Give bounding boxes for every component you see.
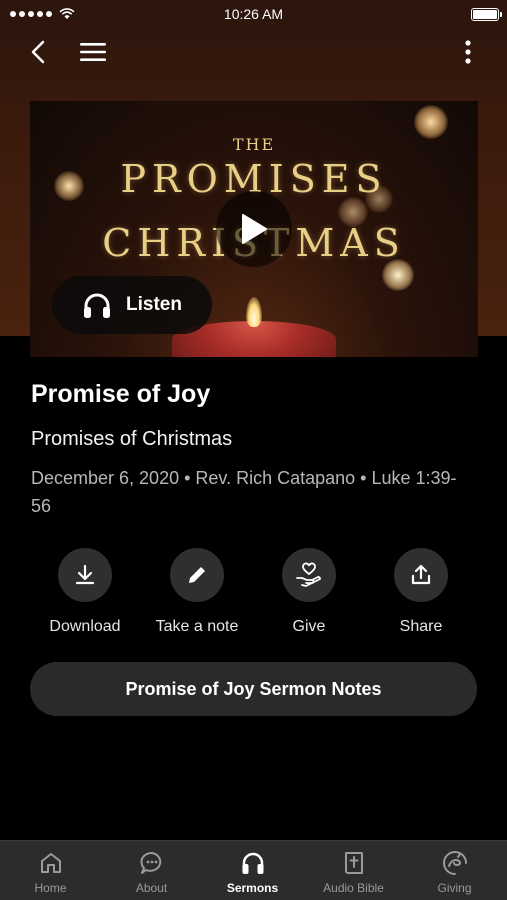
take-a-note-label: Take a note (155, 618, 239, 635)
tab-label-giving: Giving (437, 881, 472, 895)
tab-audio-bible[interactable]: Audio Bible (303, 841, 404, 900)
chevron-left-icon (31, 40, 45, 64)
download-button[interactable]: Download (25, 548, 145, 636)
play-icon (242, 214, 267, 244)
pencil-icon (189, 567, 205, 583)
signal-strength-icon (10, 8, 75, 20)
chat-bubble-icon (139, 852, 161, 874)
menu-button[interactable] (78, 34, 108, 70)
tab-label-about: About (135, 881, 168, 895)
hamburger-menu-icon (80, 43, 106, 61)
tab-sermons[interactable]: Sermons (202, 841, 303, 900)
give-circle (282, 548, 336, 602)
art-title-the: THE (232, 135, 276, 154)
headphones-icon (84, 293, 110, 318)
navigation-bar (0, 34, 507, 70)
sermon-notes-button[interactable]: Promise of Joy Sermon Notes (30, 662, 477, 716)
download-circle (58, 548, 112, 602)
share-icon (411, 564, 431, 585)
listen-button[interactable]: Listen (52, 276, 212, 334)
more-options-button[interactable] (458, 34, 478, 70)
more-vertical-icon (465, 40, 471, 64)
headphones-icon (242, 852, 263, 874)
share-circle (394, 548, 448, 602)
listen-label: Listen (126, 294, 182, 315)
share-label: Share (399, 618, 443, 635)
give-button[interactable]: Give (249, 548, 369, 636)
tab-label-home: Home (34, 881, 67, 895)
bible-icon (344, 852, 363, 874)
status-time: 10:26 AM (223, 6, 284, 22)
tab-home[interactable]: Home (0, 841, 101, 900)
play-button[interactable] (216, 191, 292, 267)
sermon-meta: December 6, 2020 • Rev. Rich Catapano • … (31, 468, 457, 516)
wifi-icon (59, 8, 75, 19)
tab-giving[interactable]: Giving (404, 841, 505, 900)
tab-about[interactable]: About (101, 841, 202, 900)
giving-hand-heart-icon (296, 562, 321, 587)
series-title: Promises of Christmas (31, 428, 233, 450)
give-label: Give (292, 618, 326, 635)
bokeh-light (414, 105, 448, 139)
sermon-title: Promise of Joy (31, 380, 211, 408)
take-a-note-circle (170, 548, 224, 602)
home-icon (40, 853, 61, 873)
back-button[interactable] (24, 34, 52, 70)
download-label: Download (49, 618, 121, 635)
tab-label-sermons: Sermons (226, 881, 279, 895)
status-bar: 10:26 AM (0, 0, 507, 28)
download-icon (75, 564, 95, 585)
tab-label-audio-bible: Audio Bible (323, 881, 384, 895)
take-a-note-button[interactable]: Take a note (137, 548, 257, 636)
giving-icon (442, 851, 467, 875)
battery-icon (471, 7, 502, 21)
tab-bar: Home About Sermons Audio Bible Giving (0, 840, 507, 900)
sermon-video-player[interactable]: THE PROMISES CHRISTMAS Listen (30, 101, 478, 357)
share-button[interactable]: Share (361, 548, 481, 636)
candle-flame-image (246, 297, 262, 327)
action-row: Download Take a note Give Share (0, 548, 507, 640)
